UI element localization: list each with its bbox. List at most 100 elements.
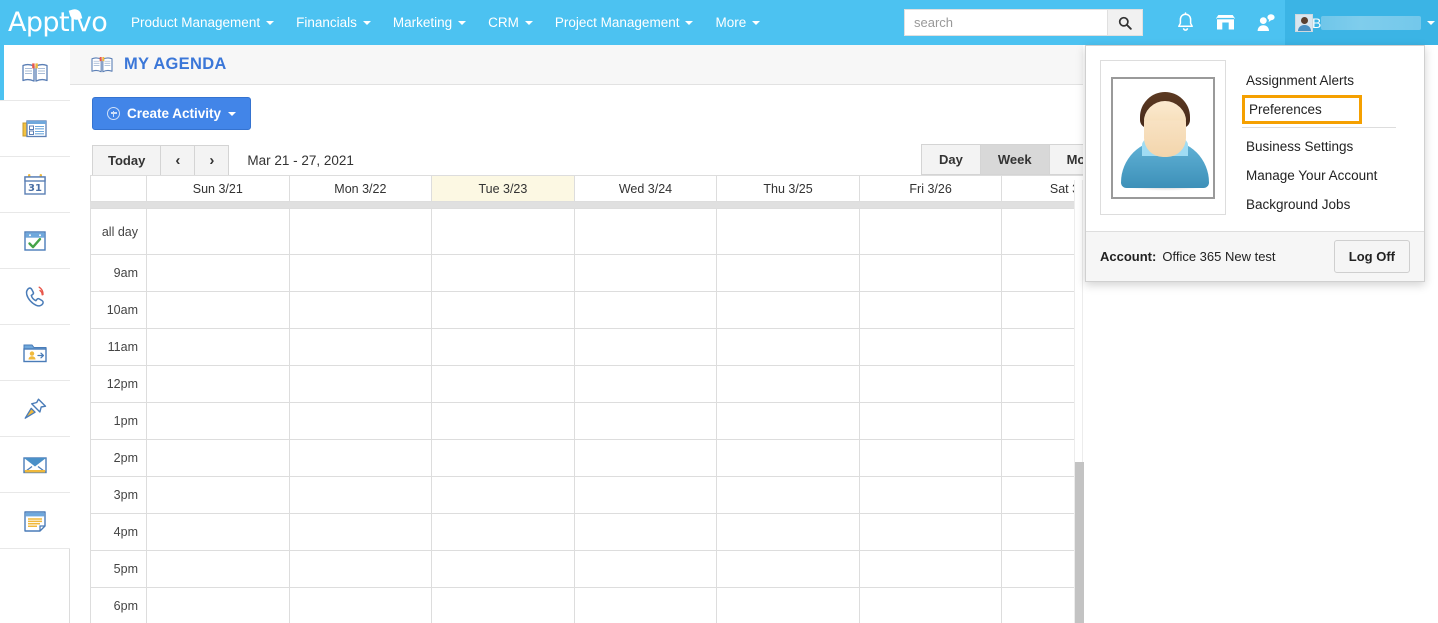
- slot-cell[interactable]: [288, 291, 433, 329]
- slot-cell[interactable]: [716, 550, 860, 588]
- slot-cell[interactable]: [146, 476, 290, 514]
- sidebar-item-news[interactable]: [0, 101, 70, 157]
- slot-cell[interactable]: [716, 291, 860, 329]
- sidebar-item-tasks[interactable]: [0, 213, 70, 269]
- slot-cell[interactable]: [573, 254, 718, 292]
- brand-logo[interactable]: Apptivo: [8, 7, 108, 38]
- slot-cell[interactable]: [431, 513, 575, 551]
- search-button[interactable]: [1107, 10, 1142, 35]
- slot-cell[interactable]: [573, 513, 718, 551]
- slot-cell[interactable]: [716, 476, 860, 514]
- slot-cell[interactable]: [431, 291, 575, 329]
- slot-cell[interactable]: [858, 476, 1003, 514]
- slot-cell[interactable]: [431, 439, 575, 477]
- slot-cell[interactable]: [146, 328, 290, 366]
- slot-cell[interactable]: [573, 291, 718, 329]
- sidebar-item-email[interactable]: [0, 437, 70, 493]
- next-week-button[interactable]: ›: [194, 144, 230, 176]
- search-input[interactable]: [905, 10, 1107, 35]
- app-store-button[interactable]: [1205, 0, 1245, 45]
- slot-cell[interactable]: [716, 254, 860, 292]
- all-day-cell-tue[interactable]: [431, 208, 575, 255]
- log-off-button[interactable]: Log Off: [1333, 240, 1410, 273]
- slot-cell[interactable]: [716, 439, 860, 477]
- menu-item-background-jobs[interactable]: Background Jobs: [1242, 190, 1410, 219]
- prev-week-button[interactable]: ‹: [160, 144, 196, 176]
- slot-cell[interactable]: [573, 402, 718, 440]
- slot-cell[interactable]: [288, 439, 433, 477]
- slot-cell[interactable]: [146, 550, 290, 588]
- day-header-mon[interactable]: Mon 3/22: [288, 175, 433, 202]
- nav-item-financials[interactable]: Financials: [285, 9, 382, 36]
- slot-cell[interactable]: [716, 365, 860, 403]
- day-header-fri[interactable]: Fri 3/26: [858, 175, 1003, 202]
- slot-cell[interactable]: [431, 476, 575, 514]
- day-header-tue[interactable]: Tue 3/23: [431, 175, 575, 202]
- calendar-vertical-scrollbar[interactable]: [1074, 180, 1084, 623]
- sidebar-item-agenda[interactable]: [0, 45, 70, 101]
- nav-item-product-management[interactable]: Product Management: [120, 9, 285, 36]
- slot-cell[interactable]: [573, 439, 718, 477]
- day-header-sun[interactable]: Sun 3/21: [146, 175, 290, 202]
- slot-cell[interactable]: [288, 365, 433, 403]
- slot-cell[interactable]: [288, 587, 433, 623]
- sidebar-item-calendar[interactable]: 31: [0, 157, 70, 213]
- slot-cell[interactable]: [716, 328, 860, 366]
- sidebar-item-notes[interactable]: [0, 493, 70, 549]
- slot-cell[interactable]: [146, 439, 290, 477]
- create-activity-button[interactable]: Create Activity: [92, 97, 252, 130]
- sidebar-item-contacts[interactable]: [0, 325, 70, 381]
- today-button[interactable]: Today: [92, 144, 162, 176]
- user-menu-button[interactable]: B: [1285, 0, 1438, 54]
- slot-cell[interactable]: [716, 513, 860, 551]
- slot-cell[interactable]: [573, 587, 718, 623]
- slot-cell[interactable]: [858, 439, 1003, 477]
- slot-cell[interactable]: [858, 291, 1003, 329]
- slot-cell[interactable]: [858, 254, 1003, 292]
- menu-item-preferences[interactable]: Preferences: [1242, 95, 1362, 124]
- slot-cell[interactable]: [288, 550, 433, 588]
- day-header-wed[interactable]: Wed 3/24: [573, 175, 718, 202]
- slot-cell[interactable]: [716, 402, 860, 440]
- slot-cell[interactable]: [146, 587, 290, 623]
- nav-item-project-management[interactable]: Project Management: [544, 9, 705, 36]
- slot-cell[interactable]: [431, 587, 575, 623]
- all-day-cell-wed[interactable]: [573, 208, 718, 255]
- collaboration-button[interactable]: [1245, 0, 1285, 45]
- slot-cell[interactable]: [146, 254, 290, 292]
- slot-cell[interactable]: [573, 328, 718, 366]
- menu-item-business-settings[interactable]: Business Settings: [1242, 132, 1410, 161]
- sidebar-item-pinned[interactable]: [0, 381, 70, 437]
- slot-cell[interactable]: [431, 550, 575, 588]
- slot-cell[interactable]: [573, 476, 718, 514]
- slot-cell[interactable]: [716, 587, 860, 623]
- all-day-cell-fri[interactable]: [858, 208, 1003, 255]
- slot-cell[interactable]: [573, 365, 718, 403]
- menu-item-assignment-alerts[interactable]: Assignment Alerts: [1242, 66, 1410, 95]
- slot-cell[interactable]: [431, 365, 575, 403]
- slot-cell[interactable]: [431, 328, 575, 366]
- slot-cell[interactable]: [858, 513, 1003, 551]
- nav-item-marketing[interactable]: Marketing: [382, 9, 477, 36]
- slot-cell[interactable]: [858, 328, 1003, 366]
- menu-item-manage-your-account[interactable]: Manage Your Account: [1242, 161, 1410, 190]
- slot-cell[interactable]: [431, 254, 575, 292]
- slot-cell[interactable]: [146, 513, 290, 551]
- slot-cell[interactable]: [288, 328, 433, 366]
- all-day-cell-sun[interactable]: [146, 208, 290, 255]
- slot-cell[interactable]: [858, 550, 1003, 588]
- slot-cell[interactable]: [288, 402, 433, 440]
- slot-cell[interactable]: [858, 365, 1003, 403]
- nav-item-more[interactable]: More: [704, 9, 771, 36]
- slot-cell[interactable]: [431, 402, 575, 440]
- all-day-cell-thu[interactable]: [716, 208, 860, 255]
- day-header-thu[interactable]: Thu 3/25: [716, 175, 860, 202]
- slot-cell[interactable]: [288, 513, 433, 551]
- slot-cell[interactable]: [146, 365, 290, 403]
- sidebar-item-calls[interactable]: [0, 269, 70, 325]
- view-day-button[interactable]: Day: [921, 144, 981, 175]
- slot-cell[interactable]: [146, 291, 290, 329]
- view-week-button[interactable]: Week: [979, 144, 1050, 175]
- slot-cell[interactable]: [146, 402, 290, 440]
- nav-item-crm[interactable]: CRM: [477, 9, 544, 36]
